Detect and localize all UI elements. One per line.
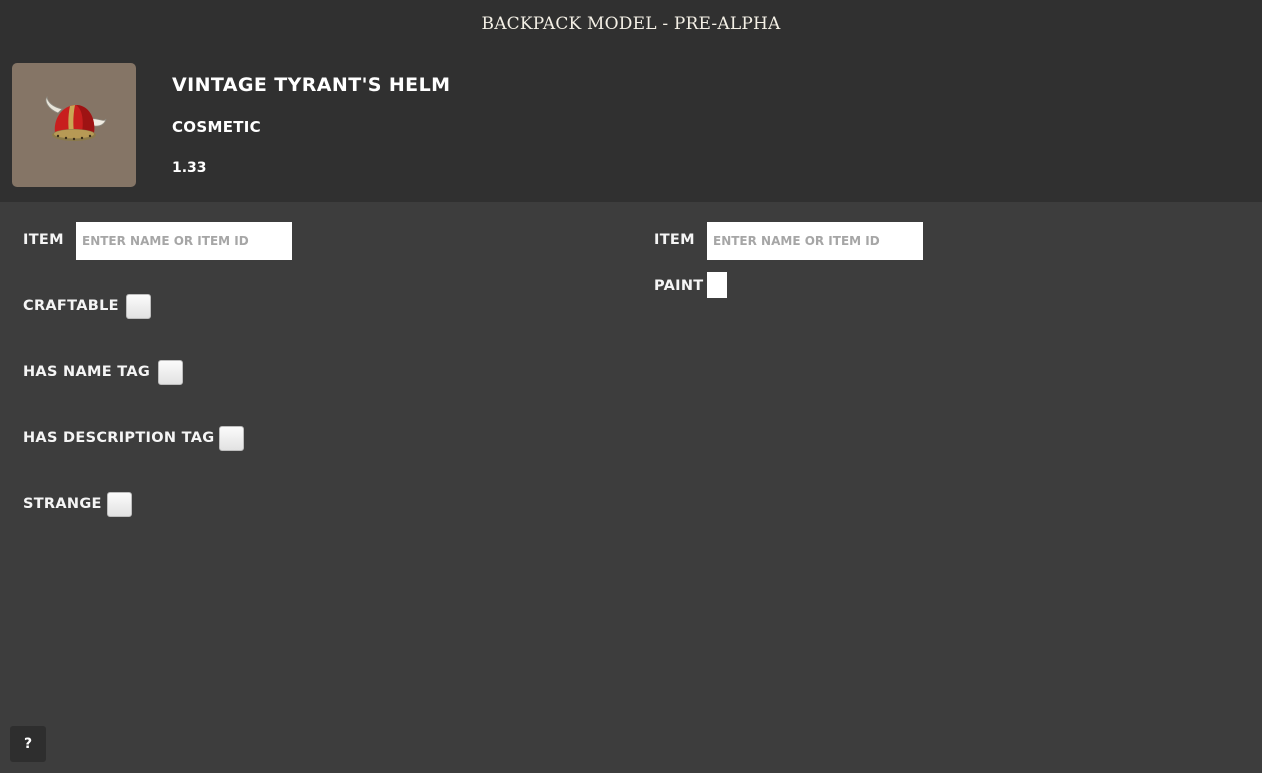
paint-label: PAINT — [654, 278, 704, 294]
secondary-item-search-input[interactable] — [707, 222, 923, 260]
item-type: COSMETIC — [172, 118, 261, 136]
item-value: 1.33 — [172, 160, 207, 176]
help-button[interactable]: ? — [10, 726, 46, 762]
item-name: VINTAGE TYRANT'S HELM — [172, 74, 451, 96]
paint-color-swatch[interactable] — [707, 272, 727, 298]
app-title: BACKPACK MODEL - PRE-ALPHA — [481, 14, 781, 34]
secondary-item-label: ITEM — [654, 232, 695, 248]
has-name-tag-label: HAS NAME TAG — [23, 364, 151, 380]
has-description-tag-label: HAS DESCRIPTION TAG — [23, 430, 215, 446]
viking-helmet-image — [45, 96, 107, 141]
item-label: ITEM — [23, 232, 64, 248]
craftable-checkbox[interactable] — [126, 294, 151, 319]
craftable-label: CRAFTABLE — [23, 298, 119, 314]
item-header: BACKPACK MODEL - PRE-ALPHA VINTAGE TYRAN… — [0, 0, 1262, 202]
strange-checkbox[interactable] — [107, 492, 132, 517]
app-window: BACKPACK MODEL - PRE-ALPHA VINTAGE TYRAN… — [0, 0, 1262, 773]
item-search-input[interactable] — [76, 222, 292, 260]
has-description-tag-checkbox[interactable] — [219, 426, 244, 451]
item-thumbnail — [12, 63, 136, 187]
has-name-tag-checkbox[interactable] — [158, 360, 183, 385]
strange-label: STRANGE — [23, 496, 102, 512]
